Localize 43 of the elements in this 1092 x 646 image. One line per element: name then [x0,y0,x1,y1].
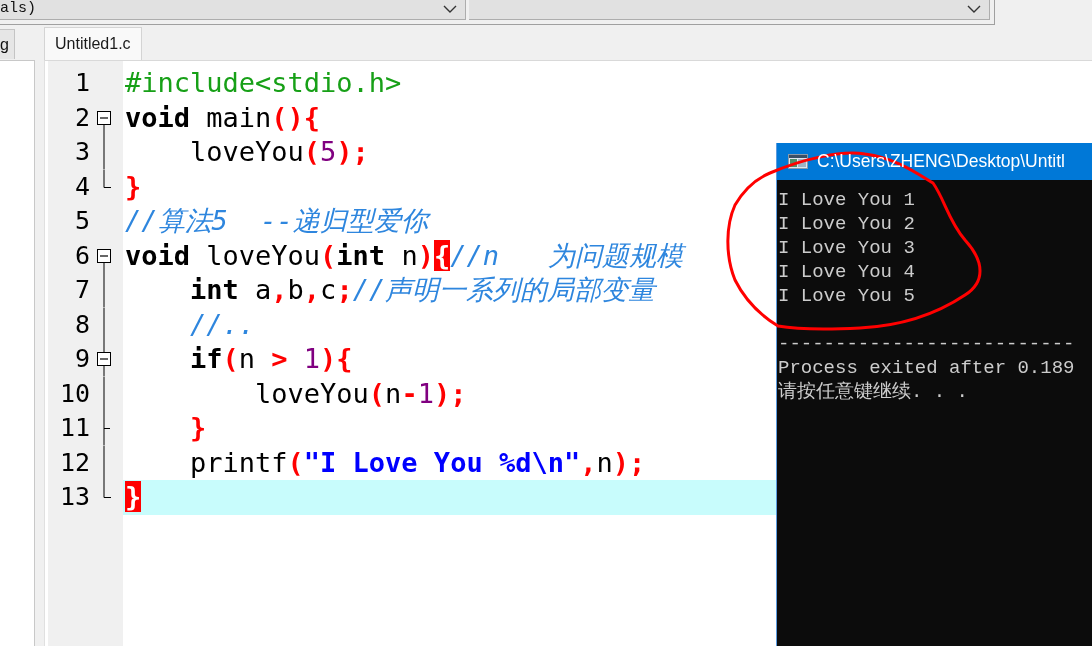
code-line: if(n > 1){ [189,342,353,376]
panel-tab[interactable]: g [0,29,15,59]
line-number: 8 [73,308,90,341]
chevron-down-icon [443,4,457,13]
fold-end-icon [103,169,111,188]
console-line: I Love You 2 [778,212,915,236]
code-line: #include<stdio.h> [124,66,402,100]
code-line: } [189,411,207,445]
fold-branch-icon [103,411,110,446]
line-number: 9 [73,343,90,375]
console-line: Process exited after 0.189 [778,356,1075,380]
line-number: 2 [73,101,90,134]
line-number: 1 [73,67,90,99]
console-line: I Love You 5 [778,284,915,308]
fold-toggle-icon[interactable] [97,342,111,377]
line-number: 11 [58,412,90,444]
line-number: 5 [73,205,90,237]
dropdown[interactable]: als) [0,0,466,20]
line-number: 3 [73,136,90,168]
code-line: //.. [189,307,256,342]
code-line: } [124,169,142,204]
line-number: 4 [73,170,90,203]
line-number: 6 [73,239,90,272]
line-number: 13 [58,481,90,513]
code-line: loveYou(5); [189,135,369,169]
chevron-down-icon [967,4,981,13]
fold-guide [103,445,105,480]
code-line: loveYou(n-1); [254,376,467,411]
line-number: 7 [73,274,90,306]
line-number: 12 [58,446,90,479]
fold-guide [103,135,105,170]
fold-guide [103,376,105,411]
console-separator: -------------------------- [778,332,1075,356]
file-tab[interactable]: Untitled1.c [44,27,142,60]
console-line: 请按任意键继续. . . [778,380,968,404]
code-line: printf("I Love You %d\n",n); [189,445,646,480]
code-line: int a,b,c;//声明一系列的局部变量 [189,273,656,307]
console-line: I Love You 1 [778,188,915,212]
console-line: I Love You 3 [778,236,915,260]
console-line: I Love You 4 [778,260,915,284]
code-line: void main(){ [124,100,321,135]
fold-end-icon [103,480,111,498]
line-number: 10 [58,377,90,410]
